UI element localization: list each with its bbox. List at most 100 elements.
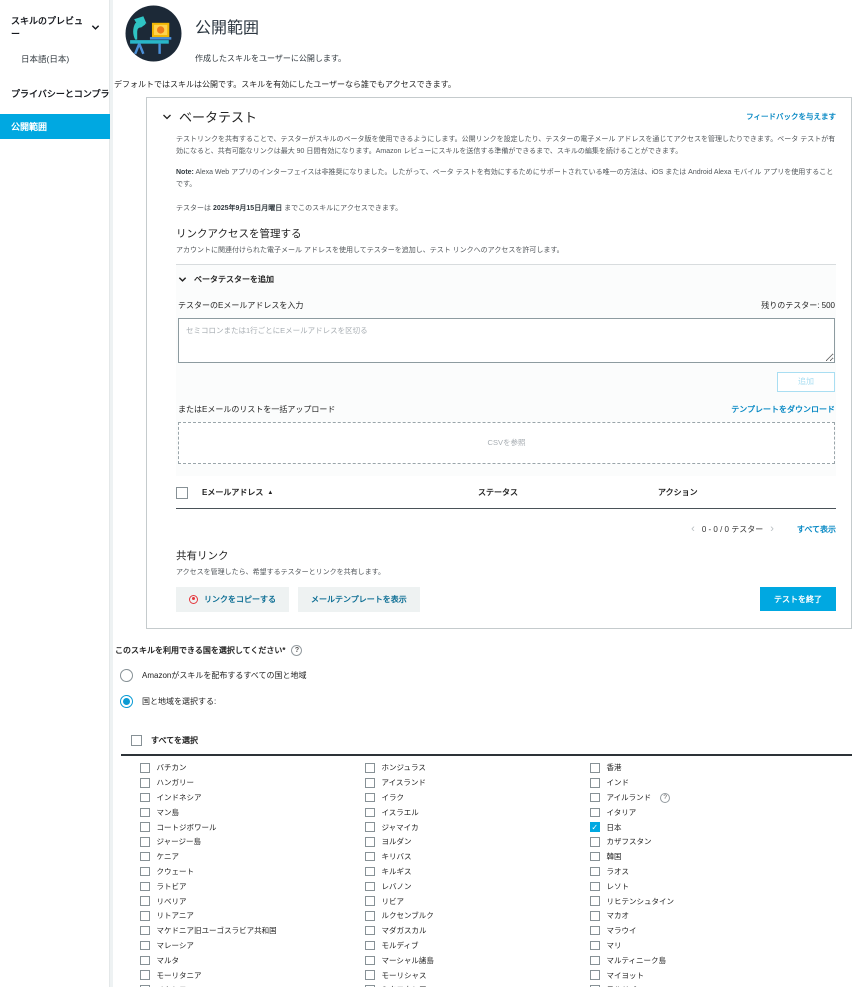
select-all-countries[interactable]: すべてを選択 [131, 735, 863, 746]
checkbox-icon[interactable] [365, 793, 375, 803]
country-checkbox-item[interactable]: アイスランド [365, 775, 590, 790]
checkbox-icon[interactable] [365, 822, 375, 832]
sidebar-item-privacy-compliance[interactable]: プライバシーとコンプライ... [0, 83, 110, 104]
checkbox-icon[interactable] [140, 867, 150, 877]
country-checkbox-item[interactable]: クウェート [140, 864, 365, 879]
previous-page-icon[interactable]: ‹ [691, 524, 695, 535]
country-checkbox-item[interactable]: モーリシャス [365, 968, 590, 983]
country-checkbox-item[interactable]: マン島 [140, 805, 365, 820]
checkbox-icon[interactable] [590, 852, 600, 862]
country-checkbox-item[interactable]: リヒテンシュタイン [590, 894, 815, 909]
checkbox-icon[interactable] [590, 867, 600, 877]
checkbox-icon[interactable] [140, 926, 150, 936]
country-checkbox-item[interactable]: 韓国 [590, 849, 815, 864]
country-checkbox-item[interactable]: モーリタニア [140, 968, 365, 983]
country-checkbox-item[interactable]: マリ [590, 938, 815, 953]
checkbox-icon[interactable] [590, 808, 600, 818]
country-checkbox-item[interactable]: マルタ [140, 953, 365, 968]
checkbox-icon[interactable] [365, 896, 375, 906]
checkbox-icon[interactable] [365, 763, 375, 773]
checkbox-icon[interactable] [140, 837, 150, 847]
checkbox-icon[interactable] [140, 911, 150, 921]
country-checkbox-item[interactable]: マダガスカル [365, 923, 590, 938]
checkbox-icon[interactable] [365, 852, 375, 862]
country-checkbox-item[interactable]: コートジボワール [140, 820, 365, 835]
country-checkbox-item[interactable]: 香港 [590, 761, 815, 776]
checkbox-icon[interactable] [140, 882, 150, 892]
checkbox-icon[interactable] [590, 926, 600, 936]
checkbox-icon[interactable] [590, 763, 600, 773]
country-checkbox-item[interactable]: ジャージー島 [140, 835, 365, 850]
add-beta-testers-header[interactable]: ベータテスターを追加 [178, 274, 835, 285]
checkbox-icon[interactable] [140, 941, 150, 951]
country-checkbox-item[interactable]: マルティニーク島 [590, 953, 815, 968]
download-template-link[interactable]: テンプレートをダウンロード [731, 404, 835, 415]
checkbox-icon[interactable] [590, 941, 600, 951]
copy-link-button[interactable]: リンクをコピーする [176, 587, 289, 612]
checkbox-icon[interactable] [590, 882, 600, 892]
country-checkbox-item[interactable]: モルディブ [365, 938, 590, 953]
country-checkbox-item[interactable]: カザフスタン [590, 835, 815, 850]
checkbox-icon[interactable] [140, 956, 150, 966]
country-checkbox-item[interactable]: ラトビア [140, 879, 365, 894]
checkbox-checked-icon[interactable]: ✓ [590, 822, 600, 832]
country-checkbox-item[interactable]: マラウイ [590, 923, 815, 938]
country-checkbox-item[interactable]: リベリア [140, 894, 365, 909]
checkbox-icon[interactable] [131, 735, 142, 746]
checkbox-icon[interactable] [590, 956, 600, 966]
checkbox-icon[interactable] [365, 926, 375, 936]
country-checkbox-item[interactable]: マイヨット [590, 968, 815, 983]
country-checkbox-item[interactable]: インドネシア [140, 790, 365, 805]
country-checkbox-item[interactable]: イラク [365, 790, 590, 805]
checkbox-icon[interactable] [590, 778, 600, 788]
checkbox-icon[interactable] [365, 778, 375, 788]
country-checkbox-item[interactable]: リトアニア [140, 909, 365, 924]
country-checkbox-item[interactable]: ルクセンブルク [365, 909, 590, 924]
checkbox-icon[interactable] [365, 867, 375, 877]
country-checkbox-item[interactable]: メキシコ [140, 983, 365, 987]
checkbox-icon[interactable] [140, 852, 150, 862]
country-checkbox-item[interactable]: アイルランド? [590, 790, 815, 805]
checkbox-icon[interactable] [365, 956, 375, 966]
country-checkbox-item[interactable]: レバノン [365, 879, 590, 894]
checkbox-icon[interactable] [365, 882, 375, 892]
checkbox-icon[interactable] [140, 808, 150, 818]
country-checkbox-item[interactable]: ジャマイカ [365, 820, 590, 835]
country-checkbox-item[interactable]: ホンジュラス [365, 761, 590, 776]
checkbox-icon[interactable] [590, 911, 600, 921]
csv-upload-dropzone[interactable]: CSVを参照 [178, 422, 835, 464]
next-page-icon[interactable]: › [770, 524, 774, 535]
checkbox-icon[interactable] [140, 822, 150, 832]
csv-browse-label[interactable]: CSVを参照 [488, 437, 526, 448]
column-header-email[interactable]: Eメールアドレス ▲ [202, 487, 478, 498]
country-checkbox-item[interactable]: インド [590, 775, 815, 790]
checkbox-icon[interactable] [590, 970, 600, 980]
show-email-template-button[interactable]: メールテンプレートを表示 [298, 587, 420, 612]
country-checkbox-item[interactable]: モルドバ [590, 983, 815, 987]
country-checkbox-item[interactable]: バチカン [140, 761, 365, 776]
checkbox-icon[interactable] [140, 778, 150, 788]
country-checkbox-item[interactable]: マカオ [590, 909, 815, 924]
show-all-link[interactable]: すべて表示 [797, 524, 836, 535]
sidebar-item-availability[interactable]: 公開範囲 [0, 114, 110, 139]
select-all-testers-checkbox[interactable] [176, 487, 188, 499]
checkbox-icon[interactable] [365, 837, 375, 847]
country-checkbox-item[interactable]: イスラエル [365, 805, 590, 820]
checkbox-icon[interactable] [590, 793, 600, 803]
checkbox-icon[interactable] [365, 941, 375, 951]
checkbox-icon[interactable] [590, 837, 600, 847]
country-checkbox-item[interactable]: ヨルダン [365, 835, 590, 850]
country-checkbox-item[interactable]: ミクロネシア [365, 983, 590, 987]
help-icon[interactable]: ? [660, 793, 670, 803]
checkbox-icon[interactable] [365, 808, 375, 818]
country-checkbox-item[interactable]: マーシャル諸島 [365, 953, 590, 968]
help-icon[interactable]: ? [291, 645, 302, 656]
sidebar-item-locale[interactable]: 日本語(日本) [0, 40, 110, 65]
country-checkbox-item[interactable]: マケドニア旧ユーゴスラビア共和国 [140, 923, 365, 938]
sort-ascending-icon[interactable]: ▲ [267, 490, 273, 496]
country-checkbox-item[interactable]: ハンガリー [140, 775, 365, 790]
radio-all-countries[interactable]: Amazonがスキルを配布するすべての国と地域 [120, 669, 863, 682]
country-checkbox-item[interactable]: リビア [365, 894, 590, 909]
radio-unselected-icon[interactable] [120, 669, 133, 682]
add-button[interactable]: 追加 [777, 372, 835, 392]
